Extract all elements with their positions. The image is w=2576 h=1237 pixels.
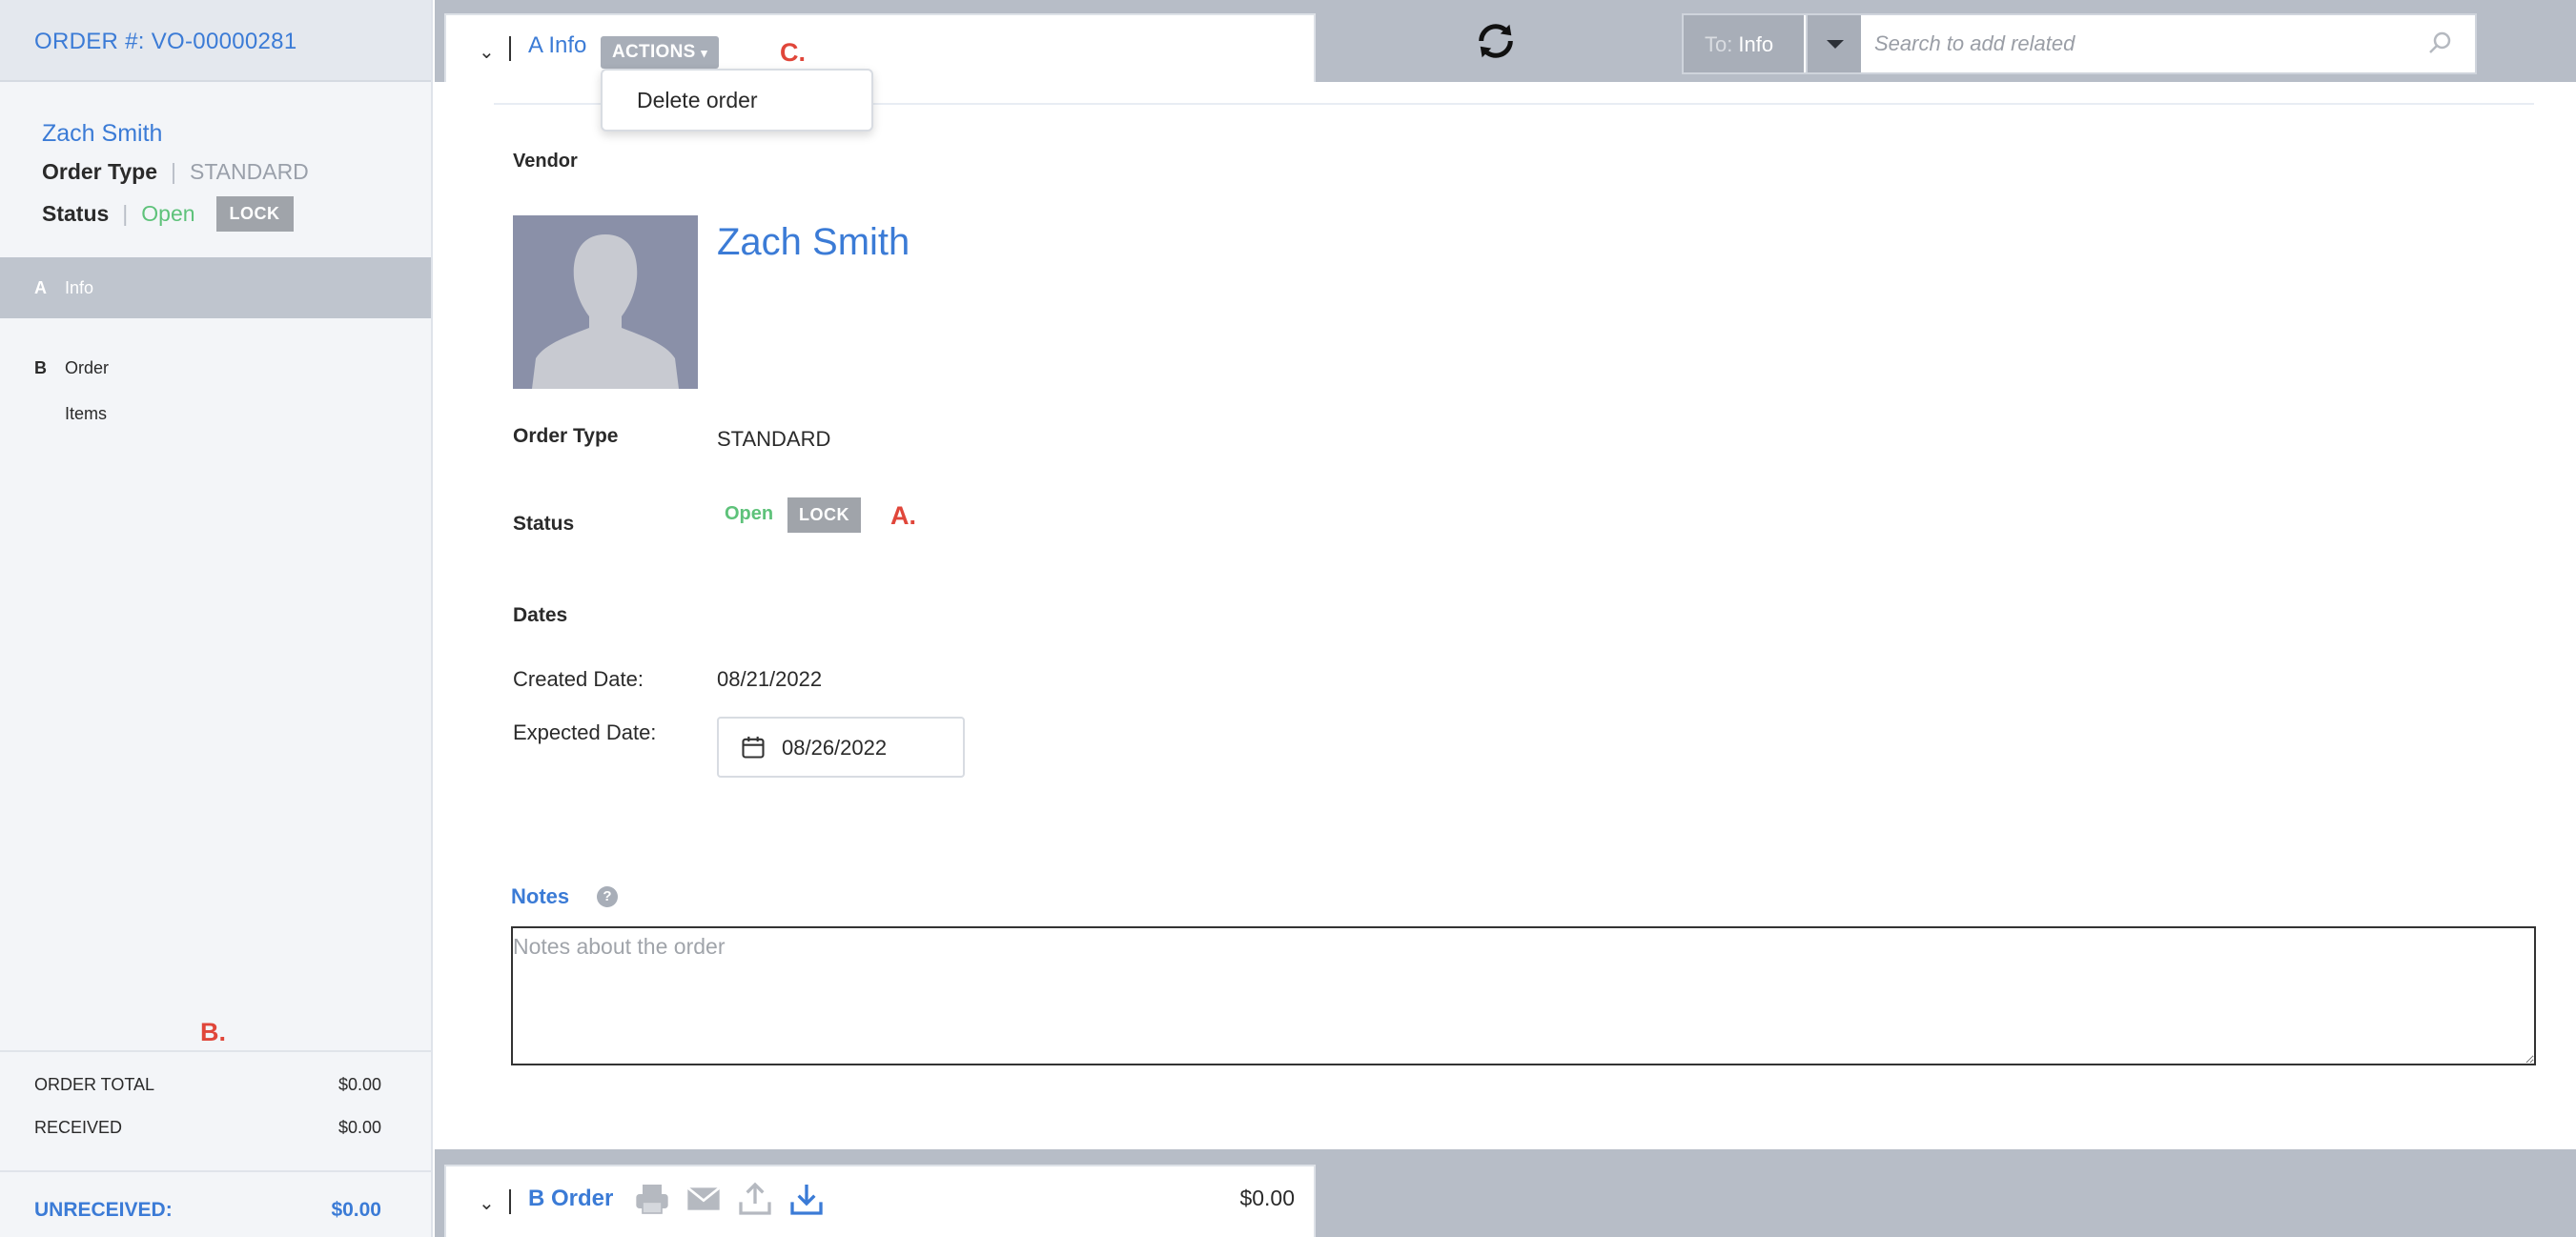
caret-down-icon: ▾: [701, 46, 708, 60]
menu-item-delete-order[interactable]: Delete order: [637, 88, 871, 113]
order-number: ORDER #: VO-00000281: [0, 0, 431, 82]
upload-icon[interactable]: [736, 1180, 774, 1218]
related-search-input[interactable]: [1874, 25, 2408, 63]
sidebar-status-row: Status | Open LOCK: [42, 196, 431, 232]
collapse-chevron-icon[interactable]: ⌄: [479, 1191, 495, 1215]
info-section-tab: ⌄ A Info ACTIONS ▾ C.: [444, 13, 1316, 82]
sidebar-order-type-label: Order Type: [42, 159, 157, 184]
sidebar-order-type-row: Order Type | STANDARD: [42, 159, 431, 185]
annotation-a: A.: [890, 501, 916, 530]
actions-label: ACTIONS: [612, 42, 696, 62]
order-total-row: ORDER TOTAL $0.00: [34, 1075, 381, 1095]
scope-dropdown-caret-icon[interactable]: [1806, 15, 1861, 72]
nav-item-info[interactable]: A Info: [0, 257, 431, 318]
person-placeholder-icon: [532, 234, 679, 389]
nav-label: Order Items: [65, 345, 109, 436]
search-scope-value: Info: [1738, 32, 1774, 56]
unreceived-row: UNRECEIVED: $0.00: [0, 1170, 431, 1237]
order-type-value: STANDARD: [717, 427, 831, 451]
received-label: RECEIVED: [34, 1118, 123, 1137]
download-icon[interactable]: [787, 1180, 826, 1218]
status-label: Status: [513, 513, 575, 535]
bottom-bar: ⌄ B Order $0.00: [435, 1149, 2576, 1237]
sidebar-order-type-value: STANDARD: [189, 159, 309, 184]
order-amount: $0.00: [1239, 1186, 1295, 1210]
order-sidebar: ORDER #: VO-00000281 Zach Smith Order Ty…: [0, 0, 433, 1237]
sidebar-status-value: Open: [141, 201, 195, 226]
order-tab-title[interactable]: B Order: [528, 1186, 613, 1212]
info-tab-title[interactable]: A Info: [528, 32, 586, 59]
actions-button[interactable]: ACTIONS ▾: [601, 36, 720, 69]
nav-item-order-items[interactable]: B Order Items: [0, 324, 431, 429]
calendar-icon: [742, 736, 765, 759]
print-icon[interactable]: [633, 1180, 671, 1218]
order-totals: ORDER TOTAL $0.00 RECEIVED $0.00: [0, 1050, 431, 1161]
sidebar-status-label: Status: [42, 201, 110, 226]
order-summary: Zach Smith Order Type | STANDARD Status …: [0, 82, 431, 232]
section-nav: A Info B Order Items: [0, 257, 431, 429]
nav-label: Info: [65, 277, 94, 297]
vendor-label: Vendor: [513, 151, 578, 172]
divider: [509, 1189, 511, 1214]
order-type-label: Order Type: [513, 425, 619, 447]
expected-date-value: 08/26/2022: [782, 736, 888, 760]
vendor-avatar: [513, 215, 698, 389]
search-scope-selector[interactable]: To: Info: [1684, 15, 1804, 72]
notes-label: Notes: [511, 884, 570, 908]
unreceived-value: $0.00: [331, 1199, 381, 1221]
email-icon[interactable]: [685, 1180, 723, 1218]
nav-key: B: [34, 358, 47, 377]
help-icon[interactable]: ?: [597, 886, 618, 907]
nav-key: A: [34, 277, 47, 297]
vendor-name-link[interactable]: Zach Smith: [717, 221, 910, 264]
annotation-c: C.: [780, 38, 806, 67]
collapse-chevron-icon[interactable]: ⌄: [479, 40, 495, 64]
expected-date-label: Expected Date:: [513, 720, 657, 744]
annotation-b: B.: [200, 1018, 226, 1046]
sidebar-lock-button[interactable]: LOCK: [215, 196, 294, 232]
unreceived-label: UNRECEIVED:: [34, 1199, 173, 1221]
search-scope-prefix: To:: [1705, 32, 1733, 56]
expected-date-picker[interactable]: 08/26/2022: [717, 717, 965, 778]
order-total-label: ORDER TOTAL: [34, 1075, 155, 1094]
dates-heading: Dates: [513, 604, 568, 626]
order-total-value: $0.00: [337, 1075, 381, 1094]
nav-label-line1: Order: [65, 358, 110, 377]
related-search: To: Info: [1682, 13, 2477, 74]
status-value: Open: [725, 503, 774, 524]
search-icon[interactable]: [2425, 29, 2454, 57]
info-section-content: Vendor Zach Smith Order Type STANDARD St…: [435, 82, 2576, 1149]
sidebar-vendor-link[interactable]: Zach Smith: [42, 120, 431, 148]
separator: |: [122, 201, 129, 226]
received-value: $0.00: [337, 1118, 381, 1137]
created-date-value: 08/21/2022: [717, 667, 823, 691]
notes-textarea[interactable]: [511, 926, 2536, 1065]
lock-button[interactable]: LOCK: [787, 497, 861, 533]
refresh-icon[interactable]: [1474, 19, 1518, 63]
separator: |: [171, 159, 176, 184]
order-section-tab: ⌄ B Order $0.00: [444, 1165, 1316, 1237]
actions-dropdown-menu: Delete order: [601, 69, 873, 132]
divider: [509, 36, 511, 61]
nav-label-line2: Items: [65, 404, 108, 423]
created-date-label: Created Date:: [513, 667, 644, 691]
received-row: RECEIVED $0.00: [34, 1118, 381, 1138]
